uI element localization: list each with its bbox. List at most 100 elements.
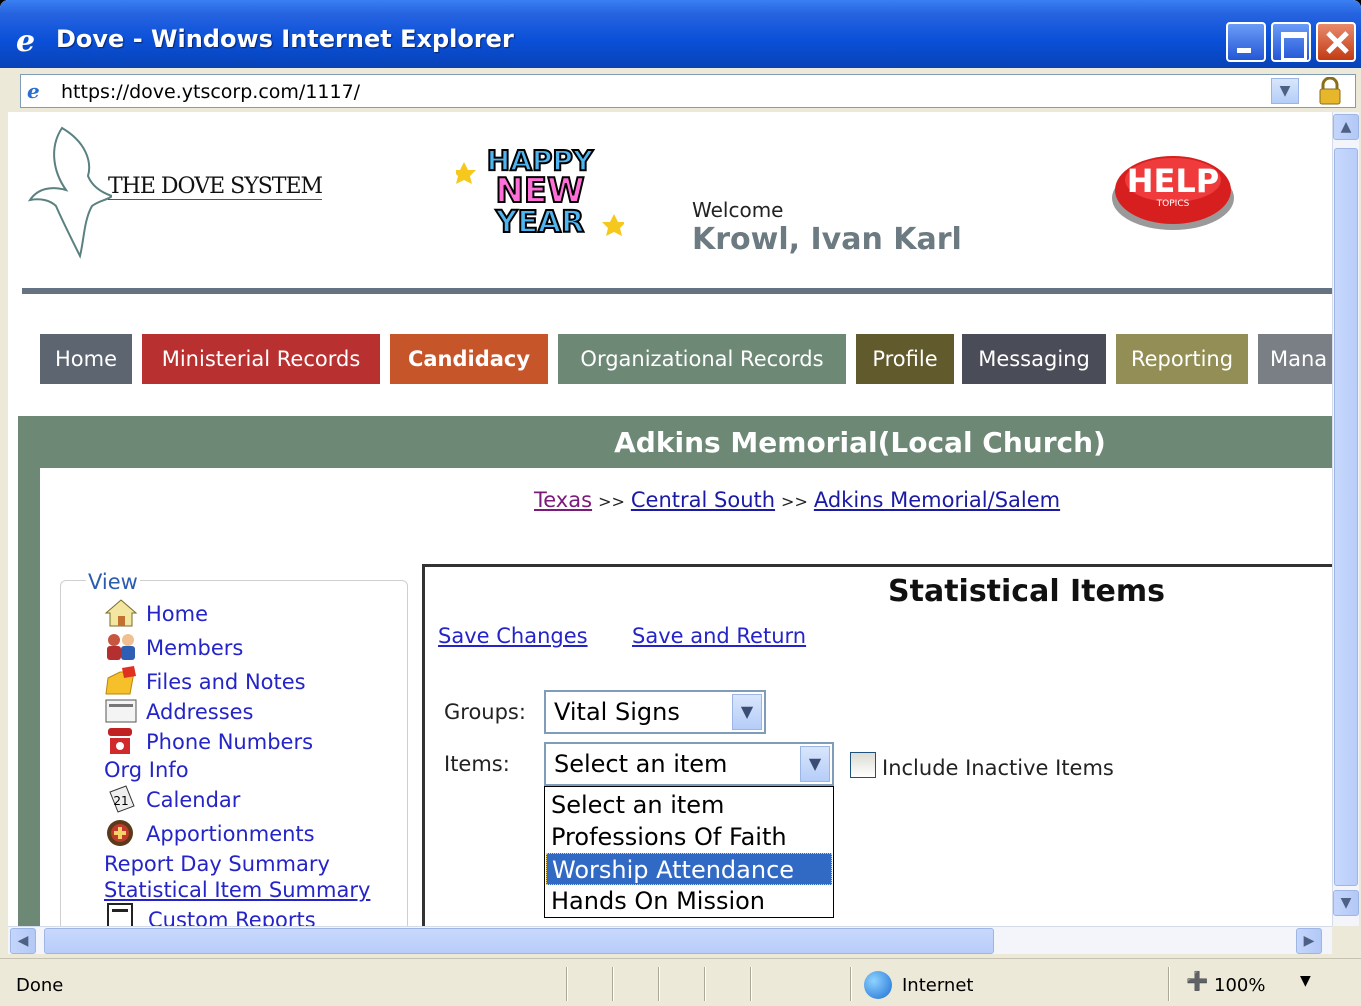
window-title: Dove - Windows Internet Explorer [56, 25, 514, 53]
sidebar-item-apportionments[interactable]: Apportionments [146, 822, 315, 846]
sidebar-item-org-info[interactable]: Org Info [104, 758, 189, 782]
dropdown-option[interactable]: Professions Of Faith [546, 821, 832, 853]
scroll-down-button[interactable]: ▼ [1333, 890, 1359, 916]
save-changes-link[interactable]: Save Changes [438, 624, 588, 648]
horizontal-scroll-thumb[interactable] [44, 928, 994, 954]
view-legend: View [86, 570, 140, 594]
user-name: Krowl, Ivan Karl [692, 222, 962, 257]
help-subtext: TOPICS [1156, 199, 1190, 209]
status-divider [704, 967, 706, 1001]
groups-select[interactable]: Vital Signs ▼ [544, 690, 766, 734]
status-divider [566, 967, 568, 1001]
folder-icon [105, 666, 136, 695]
minimize-button[interactable] [1226, 22, 1266, 62]
banner-line: YEAR [495, 205, 585, 236]
sidebar-item-home[interactable]: Home [146, 602, 208, 626]
welcome-label: Welcome [692, 198, 784, 222]
nav-tab-ministerial-records[interactable]: Ministerial Records [142, 334, 380, 384]
browser-window: e Dove - Windows Internet Explorer e htt… [0, 0, 1361, 1006]
nav-tab-organizational-records[interactable]: Organizational Records [558, 334, 846, 384]
breadcrumb-link[interactable]: Texas [534, 488, 592, 512]
dove-logo-icon [27, 126, 112, 259]
items-label: Items: [444, 752, 510, 776]
document-icon [107, 903, 133, 926]
happy-new-year-banner: HAPPY NEW YEAR [456, 143, 624, 236]
address-url[interactable]: https://dove.ytscorp.com/1117/ [61, 81, 360, 103]
telephone-icon [108, 728, 132, 754]
nav-tab-management[interactable]: Mana [1258, 334, 1332, 384]
sidebar-item-phone-numbers[interactable]: Phone Numbers [146, 730, 313, 754]
sidebar-item-report-day-summary[interactable]: Report Day Summary [104, 852, 330, 876]
groups-label: Groups: [444, 700, 526, 724]
maximize-button[interactable] [1271, 22, 1311, 62]
dropdown-option[interactable]: Hands On Mission [546, 885, 832, 917]
status-divider [750, 967, 752, 1001]
breadcrumb-separator: >> [781, 492, 808, 511]
scroll-right-button[interactable]: ▶ [1296, 928, 1322, 954]
house-icon [104, 599, 138, 627]
zoom-level[interactable]: 100% [1214, 975, 1265, 996]
coin-icon [107, 820, 133, 846]
page-icon: e [27, 79, 40, 103]
zoom-icon[interactable]: ➕ [1186, 971, 1208, 992]
save-and-return-link[interactable]: Save and Return [632, 624, 806, 648]
page-title: Statistical Items [888, 574, 1166, 609]
sidebar-item-files-and-notes[interactable]: Files and Notes [146, 670, 306, 694]
breadcrumb-link[interactable]: Adkins Memorial/Salem [814, 488, 1060, 512]
title-bar[interactable]: e Dove - Windows Internet Explorer [0, 0, 1361, 68]
scroll-up-button[interactable]: ▲ [1333, 114, 1359, 140]
vertical-scrollbar[interactable]: ▲ ▼ [1332, 112, 1359, 926]
items-select[interactable]: Select an item ▼ [544, 742, 834, 786]
include-inactive-checkbox[interactable] [850, 752, 876, 778]
lock-icon[interactable] [1317, 77, 1343, 105]
horizontal-scrollbar[interactable]: ◀ ▶ [8, 926, 1332, 954]
help-topics-button[interactable]: HELP TOPICS [1110, 146, 1236, 234]
nav-tab-messaging[interactable]: Messaging [962, 334, 1106, 384]
nav-tab-profile[interactable]: Profile [856, 334, 954, 384]
sidebar-item-calendar[interactable]: Calendar [146, 788, 240, 812]
status-divider [1168, 967, 1170, 1001]
org-frame-border [18, 468, 40, 926]
nav-tab-reporting[interactable]: Reporting [1116, 334, 1248, 384]
breadcrumb-link[interactable]: Central South [631, 488, 775, 512]
sidebar-item-statistical-item-summary[interactable]: Statistical Item Summary [104, 878, 370, 902]
address-bar: e https://dove.ytscorp.com/1117/ ▼ [8, 68, 1356, 112]
org-title: Adkins Memorial(Local Church) [18, 416, 1332, 468]
security-zone: Internet [902, 975, 974, 996]
groups-select-value: Vital Signs [554, 698, 680, 726]
sidebar-item-members[interactable]: Members [146, 636, 243, 660]
envelope-icon [105, 699, 137, 723]
header-divider [22, 288, 1332, 294]
items-select-value: Select an item [554, 750, 728, 778]
status-text: Done [16, 975, 64, 996]
page-content: THE DOVE SYSTEM HAPPY NEW YEAR Welcome K… [8, 112, 1332, 926]
globe-icon [864, 971, 892, 999]
address-dropdown-button[interactable]: ▼ [1271, 78, 1299, 104]
vertical-scroll-thumb[interactable] [1334, 148, 1358, 886]
close-button[interactable] [1316, 22, 1356, 62]
ie-logo-icon: e [16, 24, 36, 59]
scroll-left-button[interactable]: ◀ [10, 928, 36, 954]
items-dropdown-list: Select an item Professions Of Faith Wors… [544, 786, 834, 918]
status-bar: Done Internet ➕ 100% ▼ [0, 958, 1361, 1006]
dropdown-option[interactable]: Select an item [546, 789, 832, 821]
chevron-down-icon[interactable]: ▼ [800, 746, 830, 782]
include-inactive-label[interactable]: Include Inactive Items [882, 756, 1114, 780]
dove-system-title: THE DOVE SYSTEM [108, 174, 323, 200]
status-divider [850, 967, 852, 1001]
address-field[interactable]: e https://dove.ytscorp.com/1117/ ▼ [20, 74, 1356, 108]
chevron-down-icon[interactable]: ▼ [732, 694, 762, 730]
status-divider [658, 967, 660, 1001]
status-divider [612, 967, 614, 1001]
sidebar-item-addresses[interactable]: Addresses [146, 700, 254, 724]
nav-tab-home[interactable]: Home [40, 334, 132, 384]
sidebar-item-custom-reports[interactable]: Custom Reports [148, 908, 316, 926]
help-text: HELP [1127, 162, 1219, 200]
zoom-dropdown-icon[interactable]: ▼ [1300, 973, 1311, 989]
svg-text:21: 21 [113, 794, 128, 808]
breadcrumb-separator: >> [598, 492, 625, 511]
nav-tab-candidacy[interactable]: Candidacy [390, 334, 548, 384]
people-icon [107, 634, 135, 660]
dropdown-option-highlighted[interactable]: Worship Attendance [546, 853, 832, 885]
calendar-icon: 21 [109, 785, 135, 813]
